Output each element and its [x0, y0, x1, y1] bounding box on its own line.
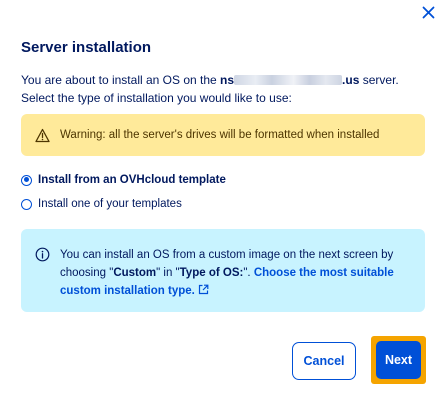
option-your-templates[interactable]: Install one of your templates	[21, 198, 182, 210]
warning-text: Warning: all the server's drives will be…	[60, 129, 380, 141]
server-name: ns .us	[220, 73, 359, 87]
close-icon	[422, 6, 434, 18]
option-label: Install from an OVHcloud template	[38, 174, 226, 186]
intro-text: You are about to install an OS on the ns…	[21, 71, 426, 107]
warning-triangle-icon	[35, 128, 50, 143]
radio-ovhcloud-template[interactable]	[21, 174, 32, 186]
server-suffix: .us	[342, 73, 360, 87]
info-text-after: ".	[243, 267, 254, 279]
info-type-word: Type of OS:	[179, 267, 244, 279]
warning-banner: Warning: all the server's drives will be…	[21, 114, 425, 156]
external-link-icon[interactable]	[198, 283, 209, 301]
info-custom-word: Custom	[113, 267, 157, 279]
intro-before: You are about to install an OS on the	[21, 73, 221, 87]
option-label: Install one of your templates	[38, 198, 182, 210]
dialog-title: Server installation	[21, 39, 152, 56]
option-ovhcloud-template[interactable]: Install from an OVHcloud template	[21, 174, 226, 186]
cancel-button[interactable]: Cancel	[292, 342, 356, 380]
redacted-server-id	[234, 75, 343, 85]
server-prefix: ns	[220, 73, 235, 87]
radio-your-templates[interactable]	[21, 198, 32, 210]
close-button[interactable]	[418, 2, 438, 22]
info-text-mid: " in "	[156, 267, 180, 279]
info-text: You can install an OS from a custom imag…	[60, 246, 411, 312]
info-banner: You can install an OS from a custom imag…	[21, 229, 425, 312]
next-button[interactable]: Next	[376, 341, 421, 379]
info-icon	[35, 247, 50, 262]
